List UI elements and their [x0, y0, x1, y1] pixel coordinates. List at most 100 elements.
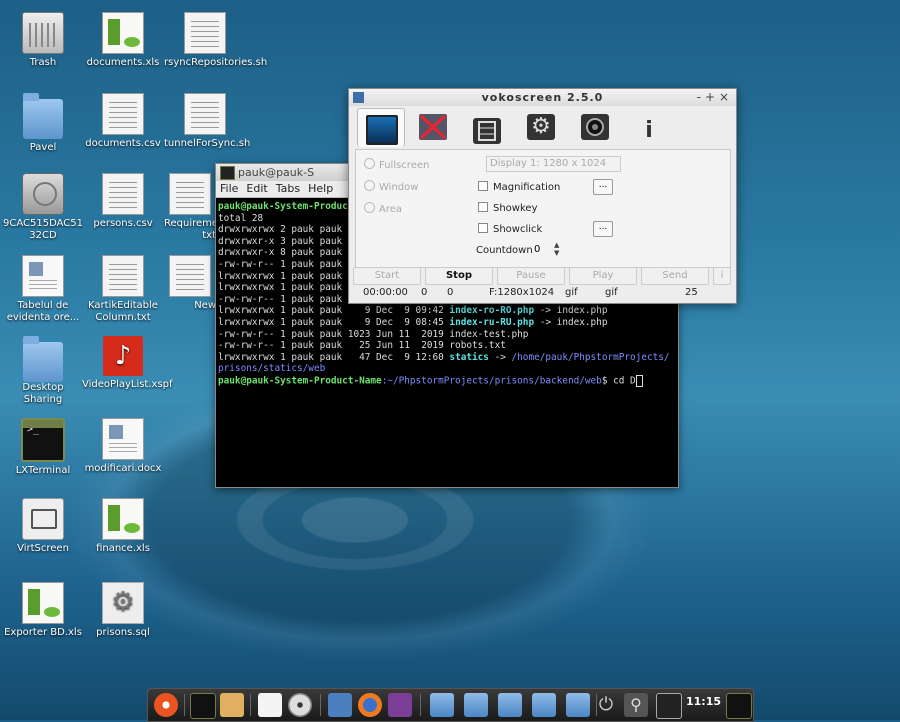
minimize-button[interactable]: - — [697, 89, 702, 106]
magnification-checkbox[interactable]: Magnification — [478, 181, 560, 193]
status-time: 00:00:00 — [363, 287, 408, 298]
output-line: total 28 — [218, 212, 264, 224]
folder-icon — [23, 93, 63, 139]
info-button[interactable]: i — [713, 267, 731, 285]
gear-icon — [102, 582, 144, 624]
tab-webcam[interactable] — [573, 108, 619, 146]
symlink-arrow: -> — [488, 351, 512, 363]
menu-tabs[interactable]: Tabs — [272, 182, 304, 195]
tab-info[interactable]: i — [627, 108, 673, 146]
desktop-icon-kartik[interactable]: KartikEditable Column.txt — [82, 255, 164, 324]
tab-video[interactable] — [465, 108, 511, 146]
countdown-spinbox[interactable]: 0 ▲ ▼ — [534, 241, 564, 257]
countdown-label: Countdown — [476, 245, 533, 256]
desktop-icon-documents-xls[interactable]: documents.xls — [82, 12, 164, 69]
spin-arrows-icon[interactable]: ▲ ▼ — [554, 241, 559, 257]
desktop-icon-lxterminal[interactable]: LXTerminal — [2, 418, 84, 477]
window-radio[interactable]: Window — [364, 180, 418, 193]
desktop-icon-playlist[interactable]: VideoPlayList.xspf — [82, 336, 173, 391]
output-line: -rw-rw-r-- 1 pauk pauk 1023 Jun 11 2019 … — [218, 328, 529, 340]
status-frame-size: F:1280x1024 — [489, 287, 555, 298]
area-radio[interactable]: Area — [364, 202, 402, 215]
symlink-name: index-ro-RO.php — [449, 305, 535, 317]
desktop-icon-finance[interactable]: finance.xls — [82, 498, 164, 555]
desktop-icon-tunnel[interactable]: tunnelForSync.sh — [164, 93, 251, 150]
output-line: drwxrwxr-x 3 pauk pauk — [218, 235, 343, 247]
stop-button[interactable]: Stop — [425, 267, 493, 285]
menu-file[interactable]: File — [216, 182, 242, 195]
desktop-icon-desktop-sharing[interactable]: Desktop Sharing — [2, 336, 84, 406]
output-line: lrwxrwxrwx 1 pauk pauk 9 Dec 9 08:45 — [218, 316, 450, 328]
desktop-icon-modificari[interactable]: modificari.docx — [82, 418, 164, 475]
vokoscreen-window[interactable]: vokoscreen 2.5.0 - + × ⚙ i Fullscreen Wi… — [348, 88, 737, 304]
desktop-icon-label: New — [194, 300, 216, 311]
folder-launcher-icon[interactable] — [532, 693, 556, 717]
menu-edit[interactable]: Edit — [242, 182, 271, 195]
folder-launcher-icon[interactable] — [566, 693, 590, 717]
output-line: -rw-rw-r-- 1 pauk pauk — [218, 258, 343, 270]
firefox-launcher-icon[interactable] — [358, 693, 382, 717]
desktop-icon-prisons-sql[interactable]: prisons.sql — [82, 582, 164, 639]
display-icon[interactable] — [656, 693, 682, 719]
desktop-icon-label: documents.xls — [86, 57, 160, 68]
text-file-icon — [184, 93, 226, 135]
desktop-icon-label: tunnelForSync.sh — [164, 138, 251, 149]
close-button[interactable]: × — [719, 89, 730, 106]
mail-launcher-icon[interactable] — [328, 693, 352, 717]
showkey-checkbox[interactable]: Showkey — [478, 202, 538, 214]
desktop-icon-tabelul[interactable]: Tabelul de evidenta ore... — [2, 255, 84, 324]
terminal-task-icon[interactable] — [726, 693, 752, 719]
status-format-1: gif — [565, 287, 578, 298]
status-count-a: 0 — [421, 287, 428, 298]
showclick-checkbox[interactable]: Showclick — [478, 223, 542, 235]
start-button[interactable]: Start — [353, 267, 421, 285]
play-button[interactable]: Play — [569, 267, 637, 285]
folder-launcher-icon[interactable] — [430, 693, 454, 717]
power-icon[interactable]: ⏻ — [594, 693, 618, 717]
media-player-launcher-icon[interactable] — [288, 693, 312, 717]
output-line: lrwxrwxrwx 1 pauk pauk — [218, 270, 343, 282]
display-select[interactable]: Display 1: 1280 x 1024 — [486, 156, 621, 172]
desktop-icon-rsync[interactable]: rsyncRepositories.sh — [164, 12, 267, 69]
cursor — [635, 374, 643, 387]
desktop-icon-drive[interactable]: 9CAC515DAC5132CD — [2, 173, 84, 242]
showclick-options-button[interactable]: ... — [593, 221, 613, 237]
symlink-name: statics — [449, 351, 489, 363]
app-launcher-icon[interactable] — [388, 693, 412, 717]
output-line: lrwxrwxrwx 1 pauk pauk — [218, 282, 343, 294]
tab-audio[interactable] — [411, 108, 457, 146]
desktop-icon-requirements[interactable]: Requireme txt — [164, 173, 218, 242]
desktop-icon-new[interactable]: New — [164, 255, 216, 312]
terminal-launcher-icon[interactable] — [190, 693, 216, 719]
symlink-name: index-ru-RU.php — [449, 316, 535, 328]
taskbar: ⏻ ⚲ — [147, 688, 754, 722]
desktop-icon-pavel[interactable]: Pavel — [2, 93, 84, 154]
desktop-icon-label: Trash — [29, 57, 57, 68]
pause-button[interactable]: Pause — [497, 267, 565, 285]
clock[interactable]: 11:15 — [686, 695, 721, 708]
tab-screen[interactable] — [357, 108, 405, 147]
film-strip-icon — [478, 121, 496, 141]
desktop-icon-virtscreen[interactable]: VirtScreen — [2, 498, 84, 555]
file-manager-launcher-icon[interactable] — [220, 693, 244, 717]
desktop-icon-exporter[interactable]: Exporter BD.xls — [2, 582, 84, 639]
magnification-options-button[interactable]: ... — [593, 179, 613, 195]
ubuntu-menu-icon[interactable] — [154, 693, 178, 717]
text-file-icon — [102, 93, 144, 135]
desktop-icon-documents-csv[interactable]: documents.csv — [82, 93, 164, 150]
text-file-icon — [102, 255, 144, 297]
menu-help[interactable]: Help — [304, 182, 337, 195]
folder-launcher-icon[interactable] — [498, 693, 522, 717]
tab-settings[interactable]: ⚙ — [519, 108, 565, 146]
desktop-icon-persons[interactable]: persons.csv — [82, 173, 164, 230]
maximize-button[interactable]: + — [705, 89, 716, 106]
text-editor-launcher-icon[interactable] — [258, 693, 282, 717]
folder-launcher-icon[interactable] — [464, 693, 488, 717]
vokoscreen-titlebar[interactable]: vokoscreen 2.5.0 - + × — [349, 89, 736, 106]
fullscreen-radio[interactable]: Fullscreen — [364, 158, 429, 171]
accessibility-icon[interactable]: ⚲ — [624, 693, 648, 717]
desktop-icon-trash[interactable]: Trash — [2, 12, 84, 69]
command-input[interactable]: $ cd D — [602, 375, 636, 386]
cross-mark-icon — [419, 114, 447, 140]
send-button[interactable]: Send — [641, 267, 709, 285]
